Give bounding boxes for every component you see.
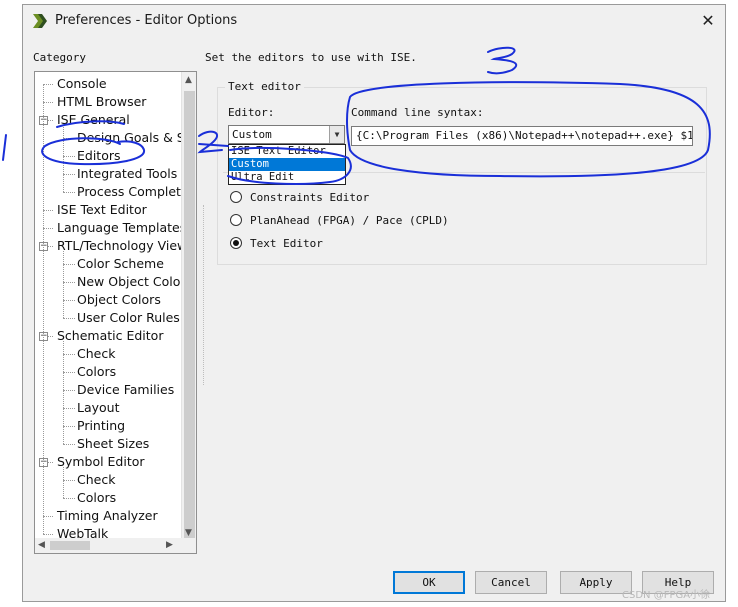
tree-connector: [63, 444, 75, 445]
page-heading: Set the editors to use with ISE.: [205, 51, 417, 64]
tree-item[interactable]: RTL/Technology View: [57, 237, 181, 255]
preferences-dialog: Preferences - Editor Options ✕ Category …: [22, 4, 726, 602]
tree-connector: [63, 156, 75, 157]
radio-dot: [233, 240, 239, 246]
tree-connector: [63, 498, 75, 499]
dropdown-option[interactable]: Custom: [229, 158, 345, 171]
tree-item[interactable]: Symbol Editor: [57, 453, 145, 471]
radio-label: Constraints Editor: [250, 191, 370, 204]
tree-item[interactable]: Device Families: [77, 381, 174, 399]
chevron-down-icon[interactable]: ▼: [329, 126, 344, 143]
tree-item[interactable]: HTML Browser: [57, 93, 146, 111]
tree-connector: [63, 390, 75, 391]
cancel-button[interactable]: Cancel: [475, 571, 547, 594]
dropdown-option[interactable]: ISE Text Editor: [229, 145, 345, 158]
tree-item[interactable]: Printing: [77, 417, 125, 435]
tree-item[interactable]: Check: [77, 471, 115, 489]
editor-select[interactable]: Custom ▼: [228, 125, 345, 144]
watermark: CSDN @FPGA小徐: [622, 590, 711, 601]
category-tree-items: Console HTML Browser − ISE General Design Go…: [35, 72, 181, 540]
category-tree[interactable]: Console HTML Browser − ISE General Design Go…: [34, 71, 197, 554]
tree-connector: [63, 138, 75, 139]
tree-item[interactable]: Editors: [77, 147, 121, 165]
tree-connector: [63, 264, 75, 265]
ise-app-icon: [33, 14, 47, 28]
tree-connector: [63, 192, 75, 193]
tree-vertical-scrollbar[interactable]: ▲ ▼: [181, 72, 196, 543]
window-title: Preferences - Editor Options: [55, 13, 238, 28]
tree-item[interactable]: Process Completi: [77, 183, 181, 201]
tree-item[interactable]: Console: [57, 75, 107, 93]
tree-item[interactable]: User Color Rules: [77, 309, 180, 327]
scroll-left-icon[interactable]: ◀: [38, 540, 45, 550]
tree-connector: [43, 84, 53, 85]
tree-item[interactable]: Integrated Tools: [77, 165, 177, 183]
radio-button[interactable]: [230, 214, 242, 226]
pane-splitter[interactable]: [203, 205, 206, 385]
tree-item[interactable]: Timing Analyzer: [57, 507, 158, 525]
command-line-field[interactable]: {C:\Program Files (x86)\Notepad++\notepa…: [351, 126, 693, 146]
tree-item[interactable]: Color Scheme: [77, 255, 164, 273]
tree-connector: [63, 318, 75, 319]
radio-button[interactable]: [230, 191, 242, 203]
category-label: Category: [33, 51, 86, 64]
tree-horizontal-scrollbar[interactable]: ◀ ▶: [35, 538, 196, 553]
tree-item[interactable]: Sheet Sizes: [77, 435, 149, 453]
editor-dropdown-list[interactable]: ISE Text Editor Custom Ultra Edit: [228, 144, 346, 185]
tree-connector: [43, 84, 44, 534]
tree-item[interactable]: Colors: [77, 363, 116, 381]
tree-connector: [43, 210, 53, 211]
tree-connector: [63, 174, 75, 175]
tree-connector: [63, 467, 64, 498]
scroll-up-icon[interactable]: ▲: [185, 75, 192, 85]
tree-item[interactable]: New Object Color: [77, 273, 181, 291]
tree-connector: [63, 251, 64, 318]
tree-connector: [63, 300, 75, 301]
title-bar: Preferences - Editor Options ✕: [23, 5, 725, 37]
tree-item[interactable]: ISE Text Editor: [57, 201, 147, 219]
editor-label: Editor:: [228, 106, 275, 119]
dropdown-option[interactable]: Ultra Edit: [229, 171, 345, 184]
tree-connector: [43, 228, 53, 229]
tree-connector: [43, 516, 53, 517]
tree-connector: [63, 426, 75, 427]
tree-connector: [63, 354, 75, 355]
tree-connector: [63, 125, 64, 192]
tree-connector: [63, 408, 75, 409]
tree-item[interactable]: ISE General: [57, 111, 130, 129]
close-button[interactable]: ✕: [697, 10, 719, 32]
tree-item[interactable]: Colors: [77, 489, 116, 507]
radio-label: Text Editor: [250, 237, 323, 250]
scroll-down-icon[interactable]: ▼: [185, 528, 192, 538]
tree-item[interactable]: Language Templates: [57, 219, 181, 237]
ok-button[interactable]: OK: [393, 571, 465, 594]
tree-item[interactable]: Layout: [77, 399, 120, 417]
editor-select-value: Custom: [232, 128, 272, 141]
tree-horizontal-scroll-thumb[interactable]: [50, 541, 90, 550]
tree-vertical-scroll-thumb[interactable]: [184, 91, 195, 543]
tree-connector: [63, 372, 75, 373]
text-editor-group-label: Text editor: [225, 80, 304, 93]
tree-item[interactable]: Object Colors: [77, 291, 161, 309]
tree-connector: [63, 341, 64, 444]
scroll-right-icon[interactable]: ▶: [166, 540, 173, 550]
annotation-mark-1: [2, 134, 7, 161]
radio-button[interactable]: [230, 237, 242, 249]
radio-label: PlanAhead (FPGA) / Pace (CPLD): [250, 214, 449, 227]
tree-item[interactable]: Design Goals & S: [77, 129, 181, 147]
tree-connector: [43, 102, 53, 103]
tree-connector: [43, 534, 53, 535]
tree-item[interactable]: Schematic Editor: [57, 327, 163, 345]
tree-connector: [63, 480, 75, 481]
close-icon: ✕: [701, 11, 715, 30]
tree-connector: [63, 282, 75, 283]
command-line-label: Command line syntax:: [351, 106, 484, 119]
tree-item[interactable]: Check: [77, 345, 115, 363]
